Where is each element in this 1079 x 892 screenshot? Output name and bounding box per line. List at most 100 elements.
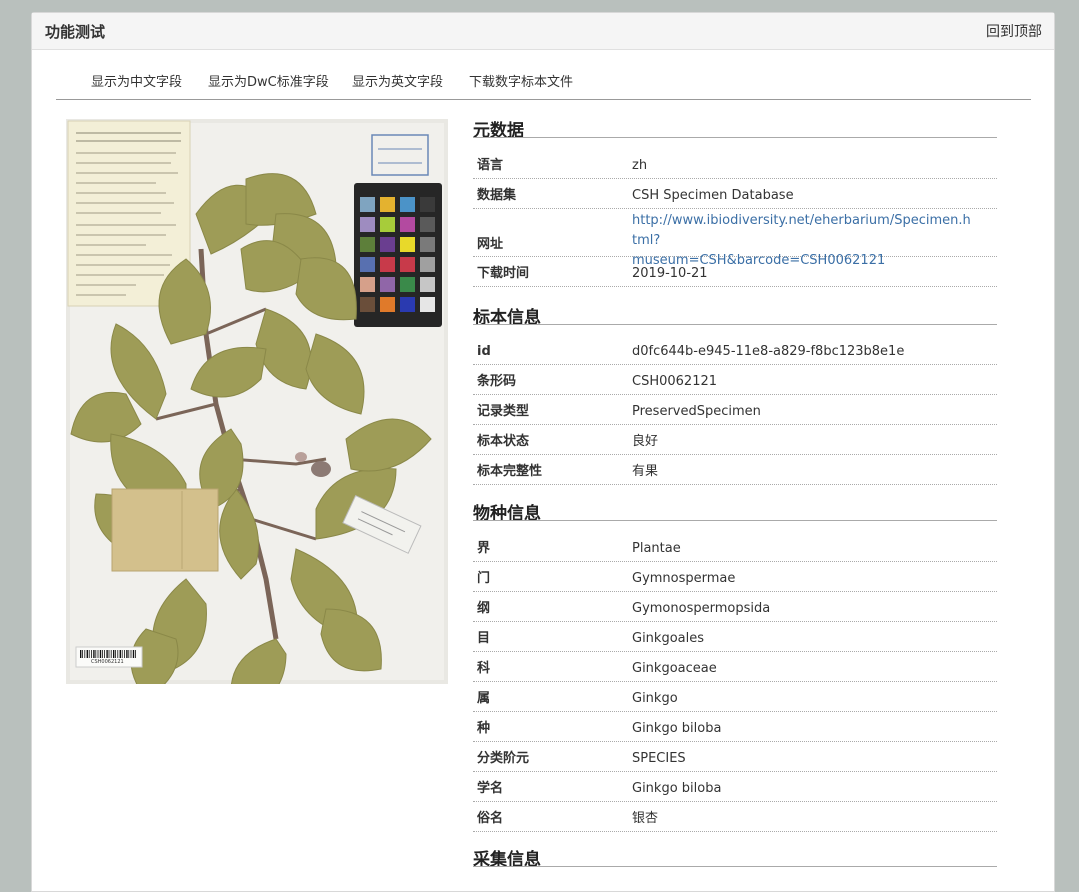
back-to-top-link[interactable]: 回到顶部 (986, 21, 1042, 41)
info-row: 语言 zh (473, 149, 997, 179)
barcode-bar (130, 650, 132, 658)
barcode-bar (82, 650, 83, 658)
barcode-bar (102, 650, 103, 658)
field-label: 网址 (477, 237, 504, 252)
barcode-bar (110, 650, 112, 658)
field-label: id (477, 344, 491, 359)
barcode-bar (91, 650, 92, 658)
field-value: CSH Specimen Database (632, 188, 794, 203)
barcode-bar (135, 650, 136, 658)
field-value: 良好 (632, 434, 659, 449)
field-value: Ginkgo biloba (632, 781, 722, 796)
color-swatch (400, 277, 415, 292)
barcode-bar (88, 650, 90, 658)
barcode-bar (117, 650, 119, 658)
section-divider (473, 520, 997, 521)
field-label: 语言 (477, 158, 504, 173)
field-value: Gymonospermopsida (632, 601, 771, 616)
section-divider (473, 324, 997, 325)
tab-english-fields[interactable]: 显示为英文字段 (352, 71, 443, 90)
color-swatch (360, 257, 375, 272)
barcode-bar (132, 650, 135, 658)
field-value: PreservedSpecimen (632, 404, 761, 419)
info-row: 网址 http://www.ibiodiversity.net/eherbariu… (473, 209, 997, 268)
info-row: 种 Ginkgo biloba (473, 712, 997, 742)
color-swatch (400, 217, 415, 232)
color-swatch (400, 197, 415, 212)
field-value: Plantae (632, 541, 681, 556)
info-row: 俗名 银杏 (473, 802, 997, 832)
color-checker-card (354, 183, 442, 327)
field-label: 科 (477, 661, 491, 676)
barcode-bar (124, 650, 125, 658)
tab-download-specimen[interactable]: 下载数字标本文件 (469, 71, 573, 90)
info-row: 纲 Gymonospermopsida (473, 592, 997, 622)
field-label: 标本状态 (477, 434, 530, 449)
color-swatch (380, 237, 395, 252)
field-label: 界 (477, 541, 491, 556)
section-divider (473, 137, 997, 138)
color-swatch (420, 297, 435, 312)
color-swatch (360, 237, 375, 252)
field-value: d0fc644b-e945-11e8-a829-f8bc123b8e1e (632, 344, 905, 359)
section-divider (473, 866, 997, 867)
field-value: zh (632, 158, 648, 173)
color-swatch (420, 197, 435, 212)
color-swatch (400, 257, 415, 272)
tab-chinese-fields[interactable]: 显示为中文字段 (91, 71, 182, 90)
field-value: 银杏 (632, 811, 659, 826)
barcode-bar (80, 650, 82, 658)
field-value: Gymnospermae (632, 571, 736, 586)
specimen-image[interactable]: CSH0062121 (66, 119, 448, 684)
barcode-bar (108, 650, 110, 658)
color-swatch (420, 237, 435, 252)
field-label: 纲 (477, 601, 491, 616)
info-row: 科 Ginkgoaceae (473, 652, 997, 682)
field-value: CSH0062121 (632, 374, 718, 389)
barcode-bar (115, 650, 116, 658)
info-row: 分类阶元 SPECIES (473, 742, 997, 772)
specimen-envelope (111, 488, 219, 572)
info-row: 记录类型 PreservedSpecimen (473, 395, 997, 425)
color-swatch (360, 217, 375, 232)
field-label: 门 (477, 571, 491, 586)
field-label: 记录类型 (477, 404, 530, 419)
color-swatch (420, 277, 435, 292)
color-swatch (420, 217, 435, 232)
barcode-bar (95, 650, 97, 658)
field-label: 条形码 (477, 374, 517, 389)
color-swatch (380, 277, 395, 292)
color-swatch (400, 237, 415, 252)
tabs-divider (56, 99, 1031, 100)
info-row: 门 Gymnospermae (473, 562, 997, 592)
color-swatch (360, 197, 375, 212)
info-row: 下载时间 2019-10-21 (473, 257, 997, 287)
barcode-bar (97, 650, 99, 658)
barcode-bar (126, 650, 128, 658)
info-row: 属 Ginkgo (473, 682, 997, 712)
detail-panel: 功能测试 回到顶部 显示为中文字段 显示为DwC标准字段 显示为英文字段 下载数… (31, 12, 1055, 892)
info-row: 标本完整性 有果 (473, 455, 997, 485)
field-label: 分类阶元 (477, 751, 530, 766)
info-row: 目 Ginkgoales (473, 622, 997, 652)
color-swatch (380, 297, 395, 312)
specimen-illustration: CSH0062121 (66, 119, 448, 684)
barcode-bar (121, 650, 123, 658)
color-swatch (360, 277, 375, 292)
field-label: 数据集 (477, 188, 517, 203)
field-label: 下载时间 (477, 266, 530, 281)
tab-dwc-fields[interactable]: 显示为DwC标准字段 (208, 71, 329, 90)
barcode-bar (84, 650, 86, 658)
field-value: 有果 (632, 464, 659, 479)
barcode-bar (119, 650, 121, 658)
barcode-bar (106, 650, 108, 658)
color-swatch (420, 257, 435, 272)
color-swatch (380, 217, 395, 232)
field-label: 属 (477, 691, 491, 706)
color-swatch (380, 257, 395, 272)
field-value: Ginkgoales (632, 631, 705, 646)
panel-header: 功能测试 回到顶部 (32, 13, 1054, 50)
panel-title: 功能测试 (45, 23, 106, 41)
field-label: 标本完整性 (477, 464, 543, 479)
color-swatch (360, 297, 375, 312)
